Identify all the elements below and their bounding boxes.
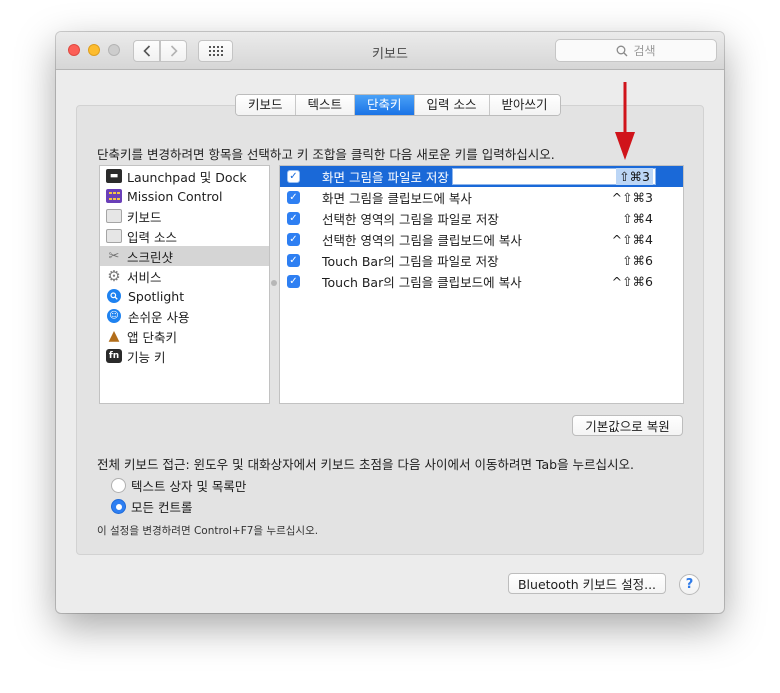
category-label: Spotlight (128, 288, 185, 304)
category-label: 입력 소스 (127, 229, 177, 245)
gear-icon: ⚙ (107, 267, 121, 285)
shortcut-checkbox[interactable]: ✓ (287, 233, 300, 246)
shortcut-row[interactable]: ✓ 선택한 영역의 그림을 클립보드에 복사 ^⇧⌘4 (280, 229, 683, 250)
search-placeholder: 검색 (633, 44, 656, 58)
tab-input-sources[interactable]: 입력 소스 (414, 95, 490, 115)
shortcut-keys[interactable]: ^⇧⌘4 (612, 229, 653, 250)
radio-label: 모든 컨트롤 (131, 500, 193, 515)
shortcut-label: 선택한 영역의 그림을 파일로 저장 (322, 212, 499, 227)
search-field[interactable]: 검색 (555, 39, 717, 62)
shortcut-label: 화면 그림을 파일로 저장 (322, 170, 449, 185)
radio-all-controls[interactable]: 모든 컨트롤 (111, 497, 192, 516)
full-keyboard-access-label: 전체 키보드 접근: 윈도우 및 대화상자에서 키보드 초점을 다음 사이에서 … (97, 457, 635, 472)
category-item-input-sources[interactable]: 입력 소스 (100, 226, 269, 246)
category-label: Mission Control (127, 188, 223, 204)
screenshot-icon: ✂ (108, 248, 120, 264)
shortcut-label: Touch Bar의 그림을 클립보드에 복사 (322, 275, 522, 290)
control-f7-note: 이 설정을 변경하려면 Control+F7을 누르십시오. (97, 525, 319, 537)
shortcut-keys[interactable]: ⇧⌘3 (616, 168, 653, 185)
category-label: Launchpad 및 Dock (127, 169, 247, 185)
app-shortcuts-icon: ▲ (108, 328, 120, 344)
bluetooth-keyboard-setup-button[interactable]: Bluetooth 키보드 설정... (508, 573, 666, 594)
shortcut-checkbox[interactable]: ✓ (287, 170, 300, 183)
category-label: 스크린샷 (127, 249, 174, 265)
shortcut-row[interactable]: ✓ Touch Bar의 그림을 파일로 저장 ⇧⌘6 (280, 250, 683, 271)
launchpad-icon: ▬ (106, 169, 122, 183)
spotlight-icon (107, 289, 121, 303)
shortcut-row[interactable]: ✓ 화면 그림을 파일로 저장 ⇧⌘3 (280, 166, 683, 187)
category-item-mission-control[interactable]: Mission Control (100, 186, 269, 206)
instruction-text: 단축키를 변경하려면 항목을 선택하고 키 조합을 클릭한 다음 새로운 키를 … (97, 147, 555, 162)
shortcut-checkbox[interactable]: ✓ (287, 212, 300, 225)
red-annotation-arrow (615, 82, 635, 160)
shortcut-keys[interactable]: ^⇧⌘6 (612, 271, 653, 292)
category-item-function-keys[interactable]: fn 기능 키 (100, 346, 269, 366)
category-label: 키보드 (127, 209, 162, 225)
search-icon (617, 45, 628, 56)
help-button[interactable]: ? (679, 574, 700, 595)
tab-bar: 키보드 텍스트 단축키 입력 소스 받아쓰기 (235, 94, 561, 116)
shortcut-keys[interactable]: ^⇧⌘3 (612, 187, 653, 208)
category-label: 앱 단축키 (127, 329, 177, 345)
category-item-services[interactable]: ⚙ 서비스 (100, 266, 269, 286)
category-label: 손쉬운 사용 (128, 309, 190, 325)
shortcut-row[interactable]: ✓ 화면 그림을 클립보드에 복사 ^⇧⌘3 (280, 187, 683, 208)
accessibility-icon: ☺ (107, 309, 121, 323)
radio-text-boxes-and-lists[interactable]: 텍스트 상자 및 목록만 (111, 476, 246, 495)
mission-control-icon (106, 189, 122, 203)
category-item-screenshots[interactable]: ✂ 스크린샷 (100, 246, 269, 266)
shortcut-keys[interactable]: ⇧⌘6 (622, 250, 653, 271)
shortcut-keys[interactable]: ⇧⌘4 (622, 208, 653, 229)
keyboard-icon (106, 209, 122, 223)
category-item-keyboard[interactable]: 키보드 (100, 206, 269, 226)
radio-label: 텍스트 상자 및 목록만 (131, 479, 247, 494)
split-view-divider[interactable] (271, 280, 277, 286)
category-list: ▬ Launchpad 및 Dock Mission Control 키보드 입… (99, 165, 270, 404)
shortcut-label: Touch Bar의 그림을 파일로 저장 (322, 254, 499, 269)
category-label: 기능 키 (127, 349, 166, 365)
radio-button[interactable] (111, 499, 126, 514)
category-item-accessibility[interactable]: ☺ 손쉬운 사용 (100, 306, 269, 326)
shortcut-row[interactable]: ✓ 선택한 영역의 그림을 파일로 저장 ⇧⌘4 (280, 208, 683, 229)
tab-text[interactable]: 텍스트 (295, 95, 356, 115)
fn-key-icon: fn (106, 349, 122, 363)
tab-shortcuts[interactable]: 단축키 (355, 95, 415, 115)
shortcut-checkbox[interactable]: ✓ (287, 191, 300, 204)
shortcut-label: 화면 그림을 클립보드에 복사 (322, 191, 472, 206)
category-item-app-shortcuts[interactable]: ▲ 앱 단축키 (100, 326, 269, 346)
tab-keyboard[interactable]: 키보드 (236, 95, 296, 115)
radio-button[interactable] (111, 478, 126, 493)
tab-dictation[interactable]: 받아쓰기 (489, 95, 560, 115)
shortcut-list: ✓ 화면 그림을 파일로 저장 ⇧⌘3 ✓ 화면 그림을 클립보드에 복사 ^⇧… (279, 165, 684, 404)
input-source-icon (106, 229, 122, 243)
shortcut-row[interactable]: ✓ Touch Bar의 그림을 클립보드에 복사 ^⇧⌘6 (280, 271, 683, 292)
category-label: 서비스 (127, 269, 162, 285)
shortcut-checkbox[interactable]: ✓ (287, 254, 300, 267)
category-item-spotlight[interactable]: Spotlight (100, 286, 269, 306)
restore-defaults-button[interactable]: 기본값으로 복원 (572, 415, 683, 436)
category-item-launchpad[interactable]: ▬ Launchpad 및 Dock (100, 166, 269, 186)
title-bar: 키보드 검색 (56, 32, 724, 70)
shortcut-label: 선택한 영역의 그림을 클립보드에 복사 (322, 233, 522, 248)
shortcut-checkbox[interactable]: ✓ (287, 275, 300, 288)
